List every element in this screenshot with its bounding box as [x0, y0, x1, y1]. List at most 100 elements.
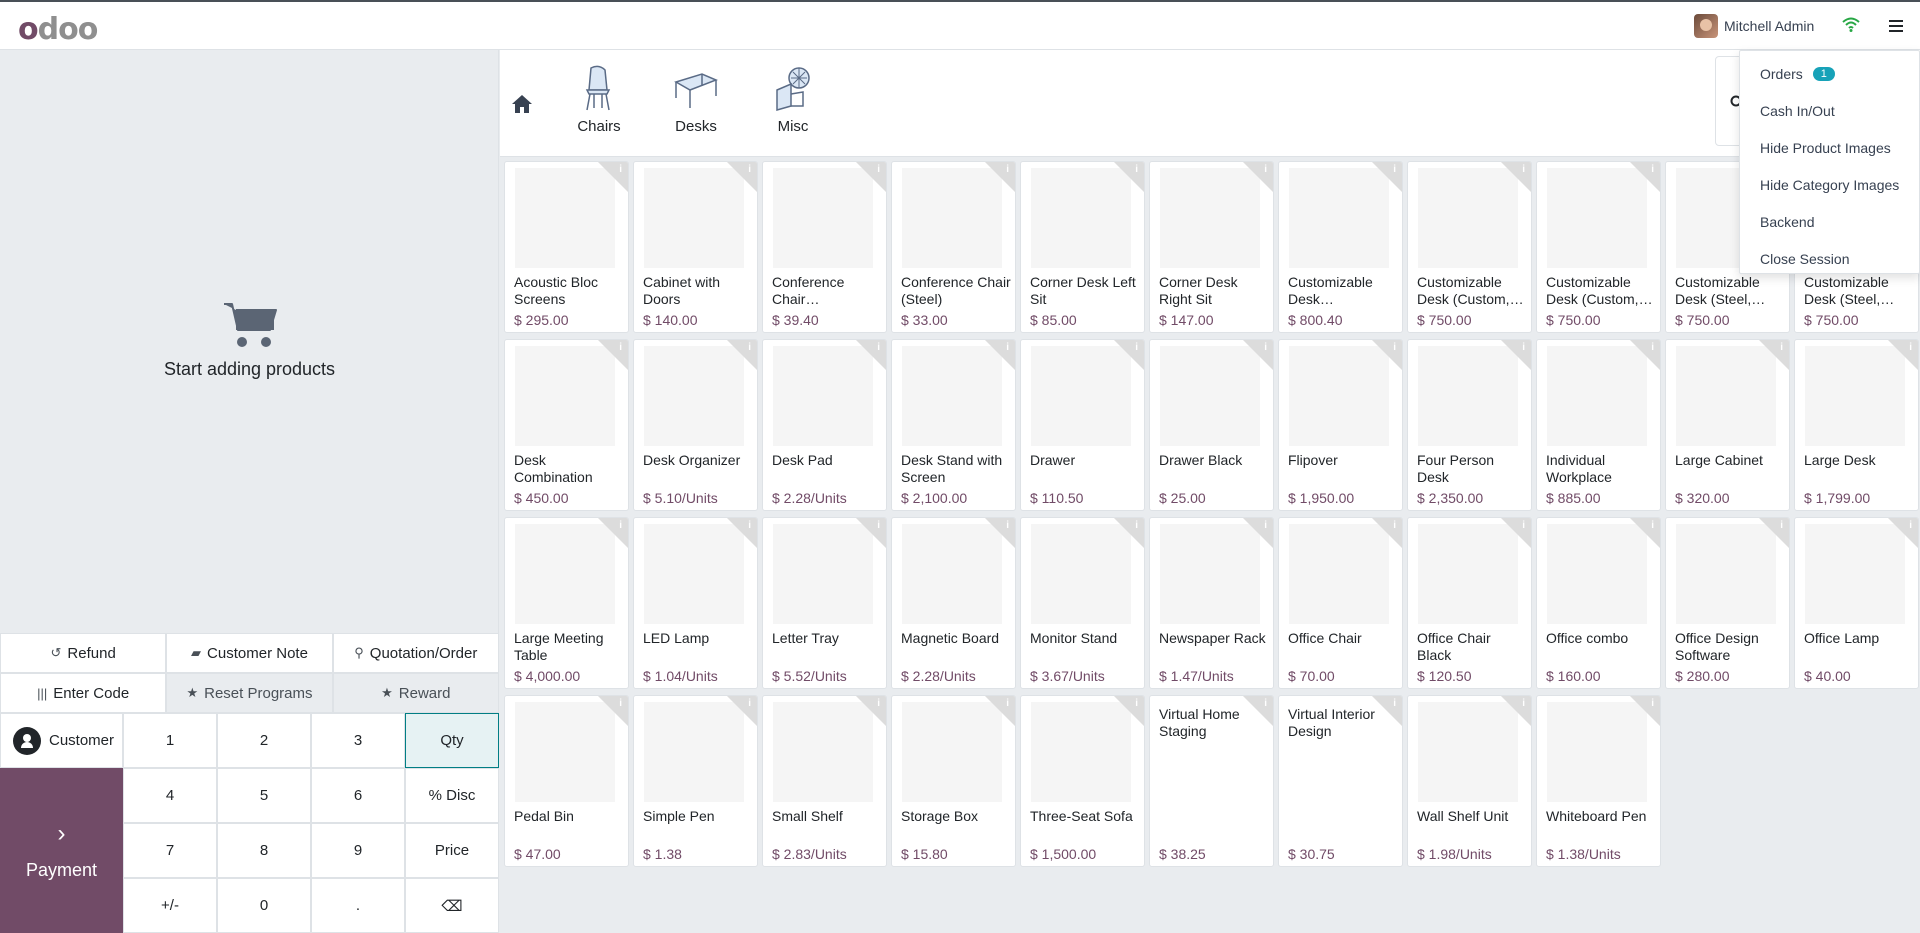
numpad-key[interactable]: Qty: [405, 713, 499, 768]
numpad-key[interactable]: 9: [311, 823, 405, 878]
product-info-button[interactable]: [598, 518, 628, 548]
refund-button[interactable]: ↺ Refund: [0, 633, 167, 673]
numpad-key[interactable]: ⌫: [405, 878, 499, 933]
product-card[interactable]: i Virtual Interior Design $ 30.75: [1278, 695, 1403, 867]
numpad-key[interactable]: % Disc: [405, 768, 499, 823]
product-card[interactable]: i Three-Seat Sofa $ 1,500.00: [1020, 695, 1145, 867]
category-misc[interactable]: Misc: [758, 64, 828, 135]
product-card[interactable]: i Large Meeting Table $ 4,000.00: [504, 517, 629, 689]
product-card[interactable]: i Office Chair $ 70.00: [1278, 517, 1403, 689]
category-desks[interactable]: Desks: [661, 64, 731, 135]
product-card[interactable]: i Large Desk $ 1,799.00: [1794, 339, 1919, 511]
product-info-button[interactable]: [1501, 518, 1531, 548]
product-info-button[interactable]: [1630, 162, 1660, 192]
product-card[interactable]: i Virtual Home Staging $ 38.25: [1149, 695, 1274, 867]
product-info-button[interactable]: [1114, 340, 1144, 370]
product-info-button[interactable]: [1759, 340, 1789, 370]
product-info-button[interactable]: [727, 162, 757, 192]
customer-button[interactable]: Customer: [0, 713, 123, 768]
product-info-button[interactable]: [1114, 162, 1144, 192]
product-card[interactable]: i Customizable Desk (Custom,… $ 750.00: [1407, 161, 1532, 333]
product-card[interactable]: i Office Lamp $ 40.00: [1794, 517, 1919, 689]
menu-backend[interactable]: Backend: [1740, 203, 1919, 240]
product-info-button[interactable]: [985, 340, 1015, 370]
product-info-button[interactable]: [856, 340, 886, 370]
product-card[interactable]: i Small Shelf $ 2.83/Units: [762, 695, 887, 867]
product-card[interactable]: i Office combo $ 160.00: [1536, 517, 1661, 689]
product-info-button[interactable]: [1501, 162, 1531, 192]
product-info-button[interactable]: [1114, 518, 1144, 548]
numpad-key[interactable]: Price: [405, 823, 499, 878]
product-card[interactable]: i Simple Pen $ 1.38: [633, 695, 758, 867]
product-info-button[interactable]: [1888, 340, 1918, 370]
menu-hide-category-images[interactable]: Hide Category Images: [1740, 166, 1919, 203]
product-card[interactable]: i Cabinet with Doors $ 140.00: [633, 161, 758, 333]
enter-code-button[interactable]: ||| Enter Code: [0, 673, 167, 713]
product-card[interactable]: i Four Person Desk $ 2,350.00: [1407, 339, 1532, 511]
menu-orders[interactable]: Orders 1: [1740, 55, 1919, 92]
product-card[interactable]: i LED Lamp $ 1.04/Units: [633, 517, 758, 689]
product-info-button[interactable]: [1372, 340, 1402, 370]
product-card[interactable]: i Corner Desk Left Sit $ 85.00: [1020, 161, 1145, 333]
menu-cash-in-out[interactable]: Cash In/Out: [1740, 92, 1919, 129]
product-card[interactable]: i Desk Pad $ 2.28/Units: [762, 339, 887, 511]
product-info-button[interactable]: [1759, 518, 1789, 548]
product-info-button[interactable]: [856, 696, 886, 726]
product-card[interactable]: i Customizable Desk (Custom,… $ 750.00: [1536, 161, 1661, 333]
product-card[interactable]: i Monitor Stand $ 3.67/Units: [1020, 517, 1145, 689]
product-card[interactable]: i Desk Organizer $ 5.10/Units: [633, 339, 758, 511]
menu-close-session[interactable]: Close Session: [1740, 240, 1919, 277]
product-info-button[interactable]: [1243, 340, 1273, 370]
product-card[interactable]: i Desk Stand with Screen $ 2,100.00: [891, 339, 1016, 511]
product-info-button[interactable]: [1888, 518, 1918, 548]
product-card[interactable]: i Storage Box $ 15.80: [891, 695, 1016, 867]
reset-programs-button[interactable]: ★ Reset Programs: [166, 673, 333, 713]
numpad-key[interactable]: 8: [217, 823, 311, 878]
product-info-button[interactable]: [727, 518, 757, 548]
product-card[interactable]: i Office Chair Black $ 120.50: [1407, 517, 1532, 689]
numpad-key[interactable]: 1: [123, 713, 217, 768]
product-card[interactable]: i Letter Tray $ 5.52/Units: [762, 517, 887, 689]
product-card[interactable]: i Newspaper Rack $ 1.47/Units: [1149, 517, 1274, 689]
product-info-button[interactable]: [1243, 518, 1273, 548]
payment-button[interactable]: › Payment: [0, 768, 123, 933]
product-info-button[interactable]: [598, 696, 628, 726]
product-card[interactable]: i Drawer Black $ 25.00: [1149, 339, 1274, 511]
product-info-button[interactable]: [1630, 340, 1660, 370]
quotation-order-button[interactable]: ⚲ Quotation/Order: [332, 633, 499, 673]
product-info-button[interactable]: [856, 518, 886, 548]
numpad-key[interactable]: .: [311, 878, 405, 933]
product-info-button[interactable]: [1630, 696, 1660, 726]
product-info-button[interactable]: [985, 696, 1015, 726]
product-info-button[interactable]: [598, 162, 628, 192]
product-info-button[interactable]: [727, 340, 757, 370]
product-info-button[interactable]: [1114, 696, 1144, 726]
product-card[interactable]: i Individual Workplace $ 885.00: [1536, 339, 1661, 511]
product-card[interactable]: i Acoustic Bloc Screens $ 295.00: [504, 161, 629, 333]
product-card[interactable]: i Conference Chair… $ 39.40: [762, 161, 887, 333]
product-info-button[interactable]: [1372, 162, 1402, 192]
numpad-key[interactable]: 7: [123, 823, 217, 878]
product-card[interactable]: i Whiteboard Pen $ 1.38/Units: [1536, 695, 1661, 867]
product-card[interactable]: i Large Cabinet $ 320.00: [1665, 339, 1790, 511]
home-icon[interactable]: [510, 92, 534, 116]
product-card[interactable]: i Customizable Desk… $ 800.40: [1278, 161, 1403, 333]
numpad-key[interactable]: 3: [311, 713, 405, 768]
product-info-button[interactable]: [1243, 162, 1273, 192]
product-card[interactable]: i Office Design Software $ 280.00: [1665, 517, 1790, 689]
product-info-button[interactable]: [598, 340, 628, 370]
product-info-button[interactable]: [985, 518, 1015, 548]
reward-button[interactable]: ★ Reward: [332, 673, 499, 713]
product-info-button[interactable]: [727, 696, 757, 726]
category-chairs[interactable]: Chairs: [564, 64, 634, 135]
numpad-key[interactable]: 6: [311, 768, 405, 823]
numpad-key[interactable]: 2: [217, 713, 311, 768]
product-card[interactable]: i Wall Shelf Unit $ 1.98/Units: [1407, 695, 1532, 867]
product-info-button[interactable]: [1501, 340, 1531, 370]
user-menu[interactable]: Mitchell Admin: [1694, 14, 1814, 38]
menu-hide-product-images[interactable]: Hide Product Images: [1740, 129, 1919, 166]
product-info-button[interactable]: [1501, 696, 1531, 726]
numpad-key[interactable]: 0: [217, 878, 311, 933]
numpad-key[interactable]: 4: [123, 768, 217, 823]
product-card[interactable]: i Flipover $ 1,950.00: [1278, 339, 1403, 511]
